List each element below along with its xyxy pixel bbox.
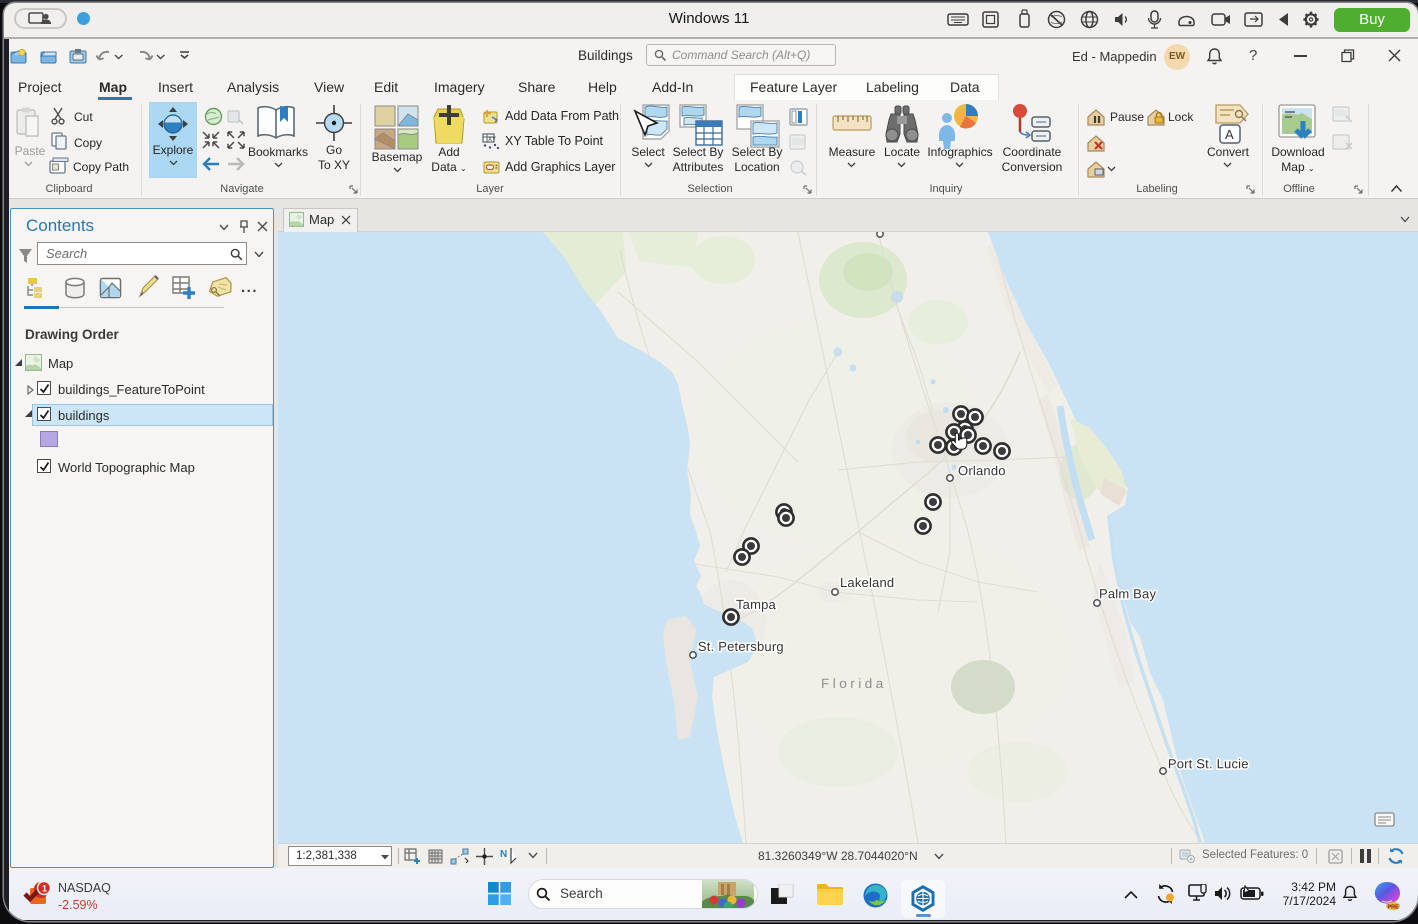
svg-text:Tampa: Tampa <box>736 597 777 612</box>
svg-text:Palm Bay: Palm Bay <box>1099 586 1157 601</box>
svg-text:Orlando: Orlando <box>958 463 1006 478</box>
svg-text:PRE: PRE <box>1388 905 1400 911</box>
svg-text:N: N <box>500 849 507 860</box>
svg-text:Lakeland: Lakeland <box>840 575 894 590</box>
svg-text:Florida: Florida <box>821 676 887 691</box>
svg-text:A: A <box>1225 127 1234 142</box>
svg-text:XY: XY <box>488 137 496 143</box>
svg-text:Port St. Lucie: Port St. Lucie <box>1168 756 1249 771</box>
svg-text:1: 1 <box>42 884 47 894</box>
svg-text:St. Petersburg: St. Petersburg <box>698 639 784 654</box>
